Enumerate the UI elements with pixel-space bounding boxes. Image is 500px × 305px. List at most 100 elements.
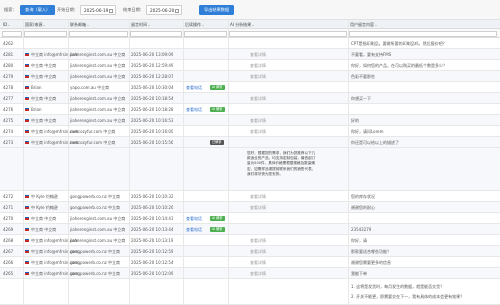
table-row[interactable]: 4279 中立商 中立商 jiaherenginst.com.au 中立商 2025-… [0, 71, 500, 82]
row-message: 您的库存状况 [351, 194, 375, 199]
flag-icon [25, 217, 29, 220]
table-row[interactable]: 4278 Brian yapo.com.au 中立商 2025-06-20 10:30… [0, 82, 500, 93]
row-time: 2025-06-20 10:13:44 [131, 227, 174, 232]
filter-ai-input[interactable] [229, 30, 347, 37]
table-row-notes[interactable]: 1. 这将是发货时，每月发生的数据，就是能否交货？ 2. 开关不能更，即需要交在… [0, 280, 500, 305]
filter-message-input[interactable] [349, 30, 497, 37]
filter-id-input[interactable] [2, 30, 22, 37]
row-time: 2025-06-20 10:10:26 [131, 205, 174, 210]
col-divider [183, 20, 184, 305]
table-row[interactable]: 4275 中立商 中立商 jiaherenginst.com.au 中立商 2025-… [0, 115, 500, 126]
calendar-icon [175, 8, 179, 13]
row-message: 不要看，要有支持FMS [351, 52, 392, 57]
table-row[interactable]: 4266 中立商 info@mfrsin.com gongpowerb.co.nz … [0, 257, 500, 268]
row-id: 4275 [3, 118, 14, 123]
flag-icon [25, 206, 29, 209]
row-message: CPT是指印刷品，要做所要的印刷品吗，然后报价吧？ [351, 41, 447, 46]
flag-icon [25, 75, 29, 78]
sort-icon [148, 24, 150, 26]
sort-icon [252, 24, 255, 26]
row-time: 2025-06-20 12:28:07 [131, 74, 174, 79]
row-message: 那款要适合哪些功能？ [351, 249, 391, 254]
ai-parse-badge[interactable]: AI 解析 [210, 107, 225, 112]
row-email: jiaherenginst.com.au 中立商 [70, 74, 126, 79]
row-time: 2025-06-20 10:30:04 [131, 85, 174, 90]
table-row[interactable]: 4277 中立商 中立商 jiaherenginst.com.au 中立商 2025-… [0, 93, 500, 104]
row-id: 4273 [3, 140, 14, 145]
row-time: 2025-06-20 13:09:09 [131, 52, 174, 57]
table-row[interactable]: 4269 中立商 中立商 jiaherenginst.com.au 中立商 2025-… [0, 224, 500, 235]
row-source: 中立商 中立商 [31, 118, 57, 123]
table-row-expanded[interactable]: 您好，根据您的需求，我们为您推荐以下几款适合的产品，均支持定制包装，最低起订量为… [0, 148, 500, 191]
view-phone-link[interactable]: 查看电话 [186, 224, 202, 235]
sort-icon [375, 24, 377, 26]
col-message-label: 用户留言内容 [350, 22, 374, 27]
row-email: jiaherenginst.com.au 中立商 [70, 227, 126, 232]
row-source: 中立商 中立商 [31, 227, 57, 232]
table-header: ID 国家/来源 联系邮箱 留言时间 后续操作 AI 分析结果 用户留言内容 [0, 20, 500, 29]
table-row[interactable]: 4280 中立商 中立商 jiaherenginst.com.au 中立商 2025-… [0, 60, 500, 71]
export-button[interactable]: 导出结果数据 [199, 5, 235, 15]
table-row[interactable]: 4270 中立商 中立商 jiaherenginst.com.au 中立商 2025-… [0, 213, 500, 224]
filter-source-input[interactable] [24, 30, 67, 37]
view-phone-link[interactable]: 查看电话 [186, 213, 202, 224]
ai-parse-badge[interactable]: AI 解析 [210, 85, 225, 90]
col-message[interactable]: 用户留言内容 [350, 20, 377, 29]
row-message: 23543279 [351, 227, 372, 232]
col-action[interactable]: 后续操作 [185, 20, 204, 29]
ai-parse-badge[interactable]: AI 解析 [210, 216, 225, 221]
start-date-input[interactable]: 2025-06-19 [80, 5, 116, 15]
view-phone-link[interactable]: 查看电话 [186, 104, 202, 115]
ai-status-text: 查看详情 [250, 74, 266, 79]
flag-icon [25, 272, 29, 275]
row-id: 4266 [3, 260, 14, 265]
ai-status-text: 查看详情 [250, 118, 266, 123]
row-message: 我能下单 [351, 271, 367, 276]
table-row[interactable]: 4265 中立商 info@mfrsin.com gongpowerb.co.nz … [0, 268, 500, 279]
query-button[interactable]: 查询（载入） [20, 5, 56, 15]
ai-parse-badge[interactable]: AI 解析 [210, 227, 225, 232]
ai-status-text: 查看详情 [250, 238, 266, 243]
sort-icon [8, 24, 11, 26]
row-source: 中立商 中立商 [31, 63, 57, 68]
row-id: 4270 [3, 216, 14, 221]
table-row[interactable]: 4274 中立商 info@mfrsin.com metcozyfur.com 中立… [0, 126, 500, 137]
table-row[interactable]: 4267 中立商 info@mfrsin.com gongpowerb.co.nz … [0, 246, 500, 257]
col-action-label: 后续操作 [185, 22, 201, 27]
row-id: 4280 [3, 63, 14, 68]
view-phone-link[interactable]: 查看电话 [186, 82, 202, 93]
row-time: 2025-06-20 10:12:59 [131, 249, 174, 254]
filter-action-input[interactable] [184, 30, 227, 37]
col-id[interactable]: ID [3, 20, 11, 29]
filter-time-input[interactable] [130, 30, 182, 37]
col-source[interactable]: 国家/来源 [25, 20, 46, 29]
ai-status-text: 查看详情 [250, 129, 266, 134]
col-email[interactable]: 联系邮箱 [70, 20, 89, 29]
ai-parse-badge[interactable]: 已解析 [210, 140, 224, 145]
row-time: 2025-06-20 10:12:09 [131, 271, 174, 276]
ai-status-text: 查看详情 [250, 249, 266, 254]
row-source: Brian [31, 85, 42, 90]
row-id: 4262 [3, 41, 14, 46]
col-ai[interactable]: AI 分析结果 [230, 20, 255, 29]
row-message: 谢谢您需要更多的信息 [351, 260, 391, 265]
row-time: 2025-06-20 10:18:54 [131, 96, 174, 101]
table-row[interactable]: 4272 中 Kyle 约翰逊 gongpowerb.co.nz 中立商 2025-0… [0, 191, 500, 202]
table-row[interactable]: 4262 CPT是指印刷品，要做所要的印刷品吗，然后报价吧？ [0, 38, 500, 49]
table-row[interactable]: 4268 中立商 info@mfrsin.com jiaherenginst.com… [0, 235, 500, 246]
ai-status-text: 查看详情 [250, 63, 266, 68]
table-row[interactable]: 4271 中 Kyle 约翰逊 gongpowerb.co.nz 中立商 2025-0… [0, 202, 500, 213]
table-row[interactable]: 4281 中立商 info@mfrsin.com jiaherenginst.com… [0, 49, 500, 60]
table-row[interactable]: 4276 Brian jiaherenginst.com.au 中立商 2025-06… [0, 104, 500, 115]
ai-status-text: 查看详情 [250, 194, 266, 199]
row-time: 2025-06-20 10:14:43 [131, 216, 174, 221]
col-time[interactable]: 留言时间 [131, 20, 150, 29]
row-email: gongpowerb.co.nz 中立商 [70, 205, 120, 210]
end-date-input[interactable]: 2025-06-20 [146, 5, 182, 15]
row-message: 谢谢您的耐心 [351, 205, 375, 210]
table-row[interactable]: 4273 中立商 info@mfrsin.com metcozyfur.com 中立… [0, 137, 500, 148]
filter-email-input[interactable] [69, 30, 128, 37]
row-email: metcozyfur.com 中立商 [70, 129, 116, 134]
row-id: 4281 [3, 52, 14, 57]
row-source: 中立商 中立商 [31, 96, 57, 101]
